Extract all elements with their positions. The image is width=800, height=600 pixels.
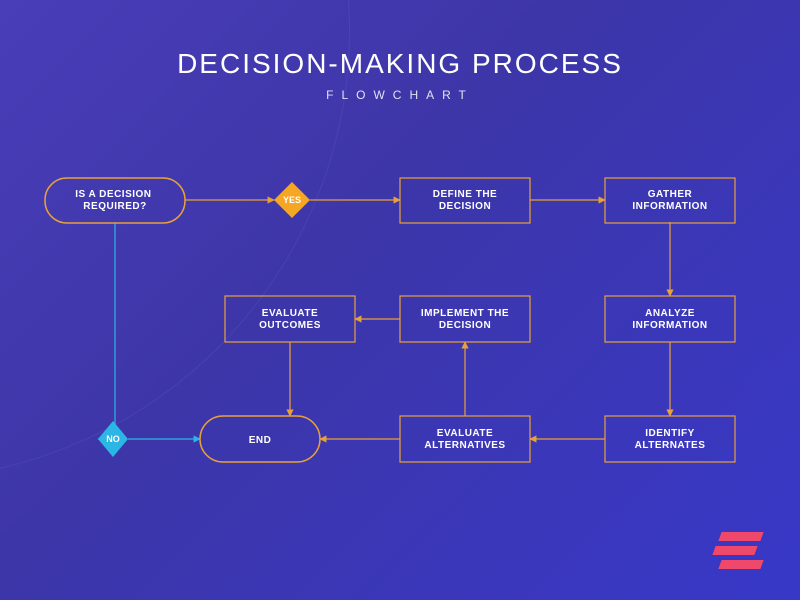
node-analyze-label: ANALYZEINFORMATION bbox=[632, 308, 707, 331]
node-identify-label: IDENTIFYALTERNATES bbox=[635, 428, 706, 451]
node-gather-label: GATHERINFORMATION bbox=[632, 189, 707, 212]
node-eval-out-label: EVALUATEOUTCOMES bbox=[259, 308, 321, 331]
node-start-label: IS A DECISION REQUIRED? bbox=[75, 189, 155, 212]
diamond-yes-label: YES bbox=[283, 195, 301, 205]
flowchart-canvas: IS A DECISION REQUIRED? YES NO DEFINE TH… bbox=[0, 0, 800, 600]
logo-icon bbox=[710, 532, 764, 574]
node-analyze bbox=[605, 296, 735, 342]
node-identify bbox=[605, 416, 735, 462]
node-eval-alt bbox=[400, 416, 530, 462]
node-define-label: DEFINE THEDECISION bbox=[433, 189, 497, 212]
node-implement bbox=[400, 296, 530, 342]
diamond-no-label: NO bbox=[106, 434, 120, 444]
connector bbox=[98, 223, 115, 439]
node-implement-label: IMPLEMENT THEDECISION bbox=[421, 308, 509, 331]
node-eval-alt-label: EVALUATEALTERNATIVES bbox=[424, 428, 505, 451]
node-eval-out bbox=[225, 296, 355, 342]
node-end-label: END bbox=[249, 435, 272, 446]
